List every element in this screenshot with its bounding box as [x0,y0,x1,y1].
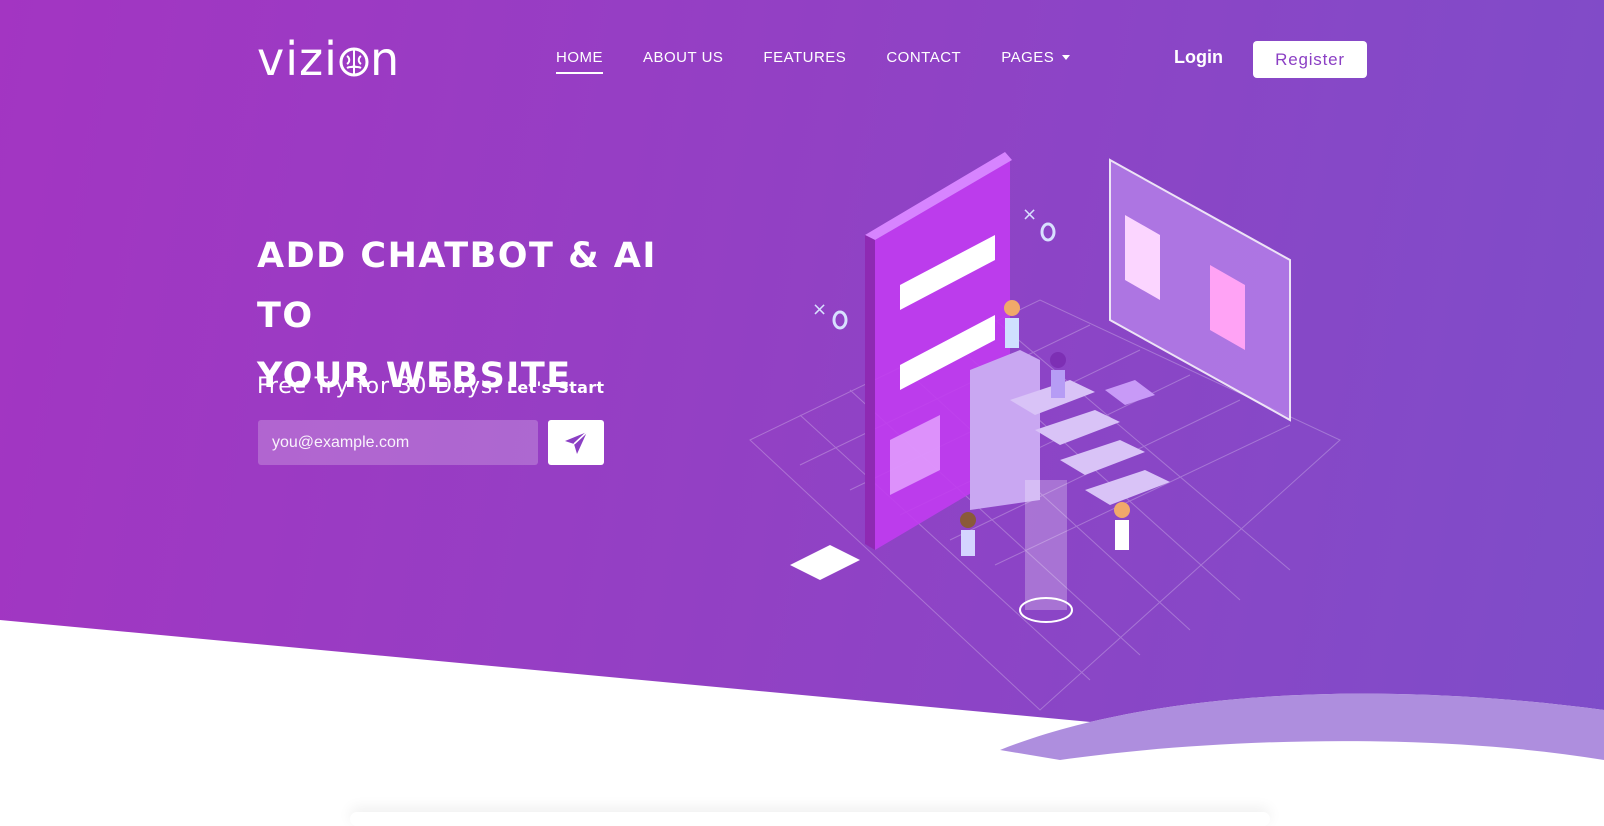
chatbot-illustration: × × [749,152,1341,711]
nav-about-us[interactable]: ABOUT US [643,48,723,72]
svg-text:×: × [812,299,827,320]
subline-text: Free Try for 30 Days. [257,374,501,399]
headline-line-1: ADD CHATBOT & AI TO [257,236,657,336]
svg-text:×: × [1022,204,1037,225]
floating-screen-graphic [1109,158,1291,422]
nav-home[interactable]: HOME [556,48,603,74]
nav-pages-label: PAGES [1001,48,1055,66]
nav-pages-dropdown[interactable]: PAGES [1001,48,1071,72]
lets-start-text: Let's Start [506,378,605,397]
paper-plane-icon [565,430,588,454]
register-button[interactable]: Register [1253,41,1367,78]
hero-subline: Free Try for 30 Days. Let's Start [257,374,604,399]
login-link[interactable]: Login [1174,47,1223,68]
content-card-edge [350,812,1270,826]
main-nav: HOME ABOUT US FEATURES CONTACT PAGES [556,48,1110,74]
email-input[interactable] [258,420,538,465]
logo-text-right: n [369,32,401,86]
chevron-down-icon [1062,54,1071,60]
send-button[interactable] [548,420,604,465]
steps-graphic [970,350,1170,510]
brain-icon [339,47,369,77]
nav-features[interactable]: FEATURES [763,48,846,72]
nav-contact[interactable]: CONTACT [886,48,961,72]
light-beam-graphic [1019,480,1073,623]
logo-text-left: vizi [257,32,338,86]
logo[interactable]: vizi n [257,34,400,84]
